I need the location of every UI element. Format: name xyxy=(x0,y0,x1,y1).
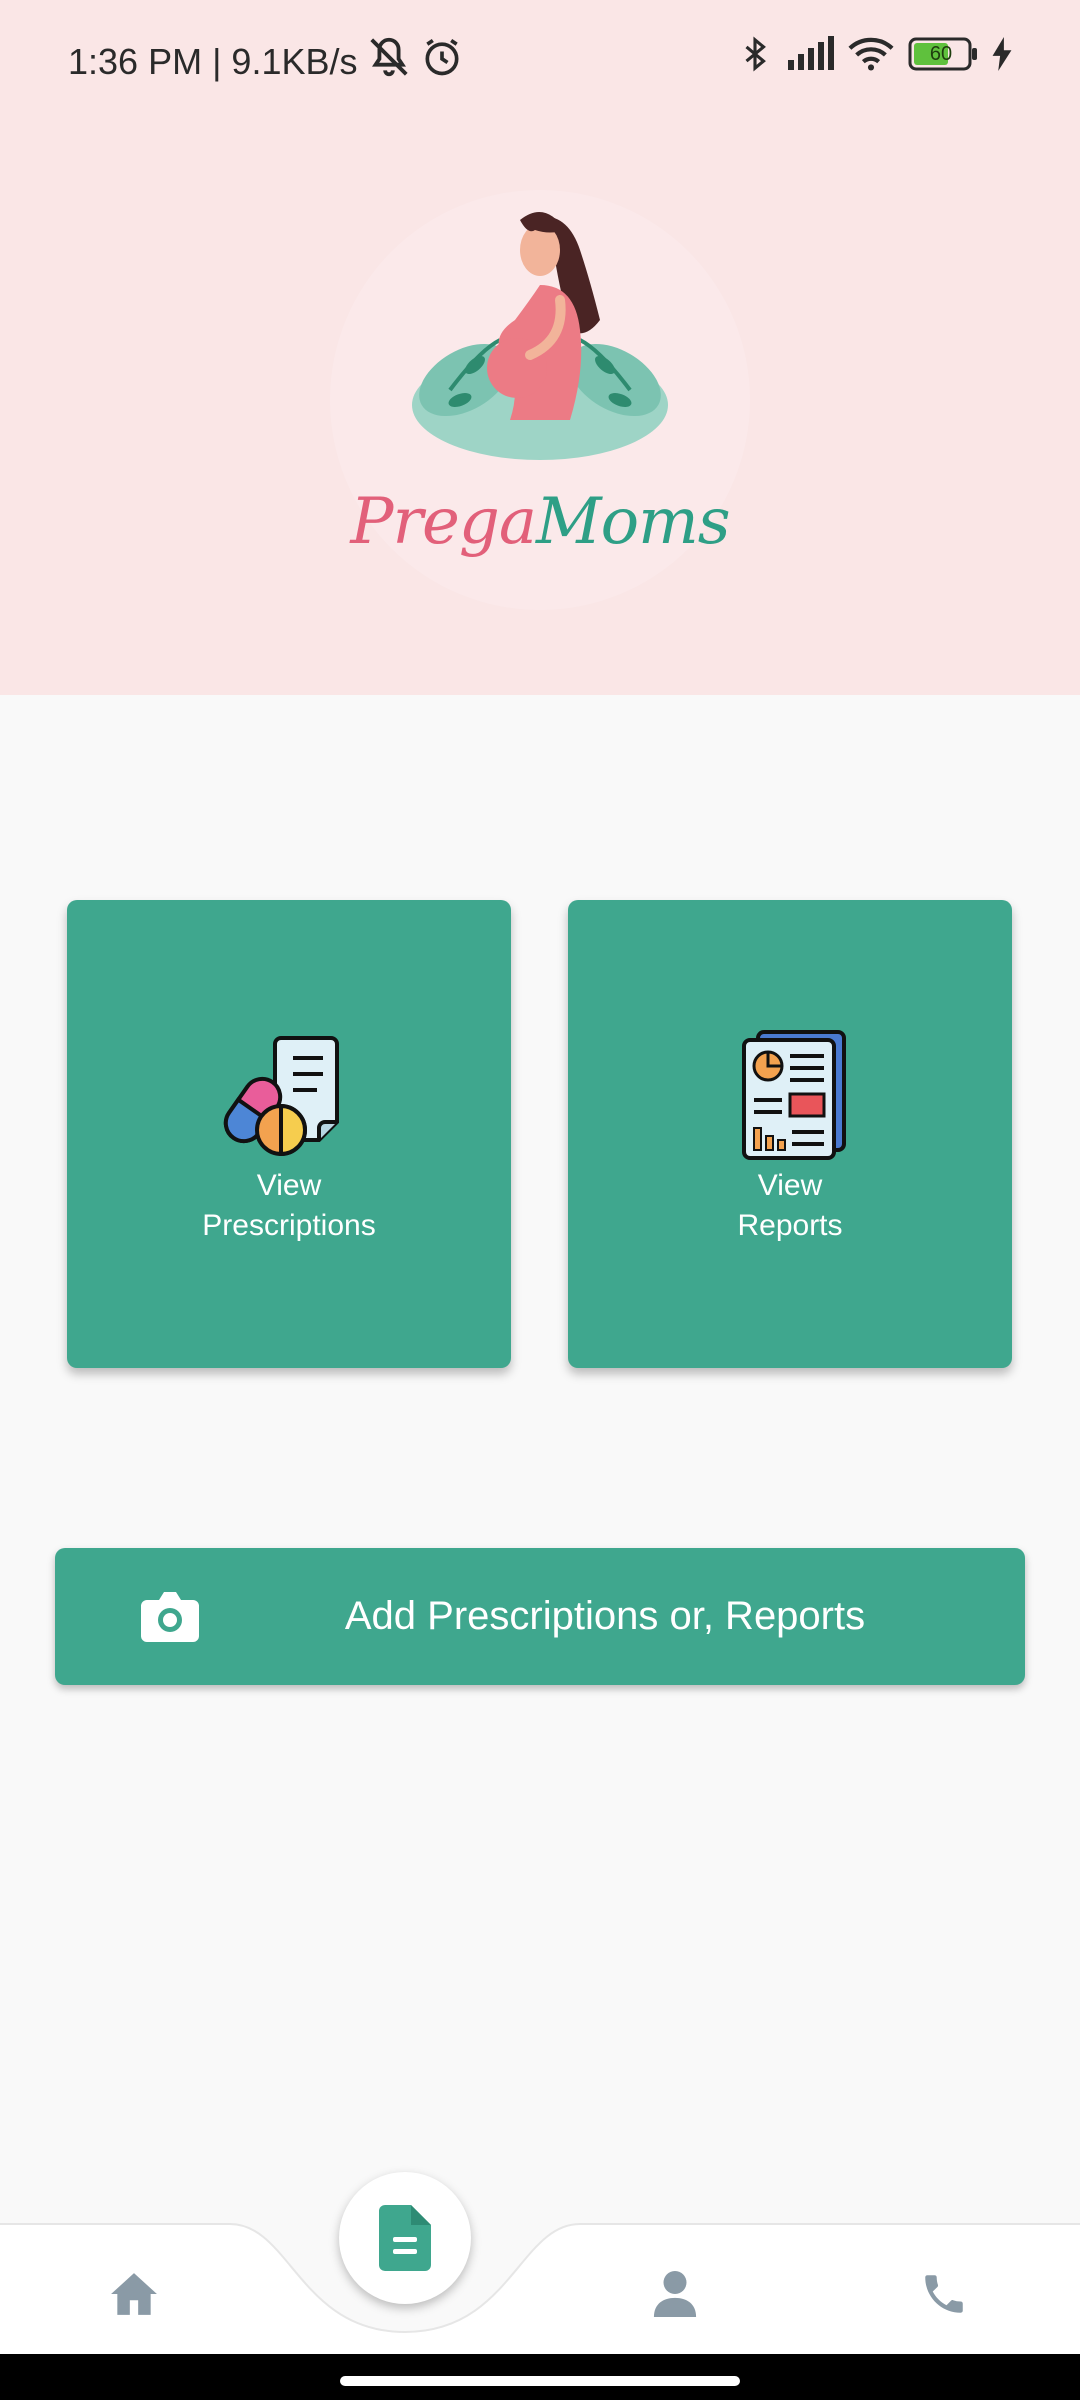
mute-icon xyxy=(366,34,412,89)
report-document-icon xyxy=(742,1030,846,1160)
status-time: 1:36 PM | 9.1KB/s xyxy=(68,40,358,82)
view-reports-label: View Reports xyxy=(737,1166,842,1246)
battery-level: 60 xyxy=(929,43,953,65)
bluetooth-icon xyxy=(738,34,772,74)
nav-profile[interactable] xyxy=(645,2264,705,2324)
pregnant-woman-illustration xyxy=(412,212,668,460)
nav-documents-button[interactable] xyxy=(339,2172,471,2304)
view-prescriptions-card[interactable]: View Prescriptions xyxy=(67,900,511,1368)
brand-moms: Moms xyxy=(536,485,731,559)
view-prescriptions-label: View Prescriptions xyxy=(202,1166,375,1246)
home-icon xyxy=(111,2273,157,2315)
nav-home[interactable] xyxy=(104,2264,164,2324)
signal-icon xyxy=(786,36,834,72)
app-logo: PregaMoms xyxy=(330,190,750,610)
brand-prega: Prega xyxy=(350,485,537,559)
status-right: 60 xyxy=(738,34,1012,74)
status-bar: 1:36 PM | 9.1KB/s 60 xyxy=(0,0,1080,118)
view-reports-line1: View xyxy=(757,1169,823,1202)
alarm-icon xyxy=(420,35,464,88)
battery-icon: 60 xyxy=(908,37,978,71)
document-icon xyxy=(379,2205,431,2271)
person-icon xyxy=(653,2271,697,2317)
home-gesture-bar[interactable] xyxy=(340,2376,740,2386)
wifi-icon xyxy=(848,36,894,72)
brand-name: PregaMoms xyxy=(330,485,750,559)
view-prescriptions-line1: View xyxy=(256,1169,322,1202)
prescription-pills-icon xyxy=(223,1036,339,1157)
add-button-label: Add Prescriptions or, Reports xyxy=(344,1594,866,1638)
bottom-navigation xyxy=(0,2222,1080,2354)
view-prescriptions-line2: Prescriptions xyxy=(202,1209,376,1242)
charging-icon xyxy=(992,37,1012,71)
view-reports-line2: Reports xyxy=(737,1209,843,1242)
header: 1:36 PM | 9.1KB/s 60 PregaMoms xyxy=(0,0,1080,695)
phone-icon xyxy=(925,2275,963,2313)
status-left: 1:36 PM | 9.1KB/s xyxy=(68,34,464,89)
add-prescriptions-or-reports-button[interactable]: Add Prescriptions or, Reports xyxy=(55,1548,1025,1685)
nav-call[interactable] xyxy=(914,2264,974,2324)
view-reports-card[interactable]: View Reports xyxy=(568,900,1012,1368)
system-navigation-area xyxy=(0,2354,1080,2400)
